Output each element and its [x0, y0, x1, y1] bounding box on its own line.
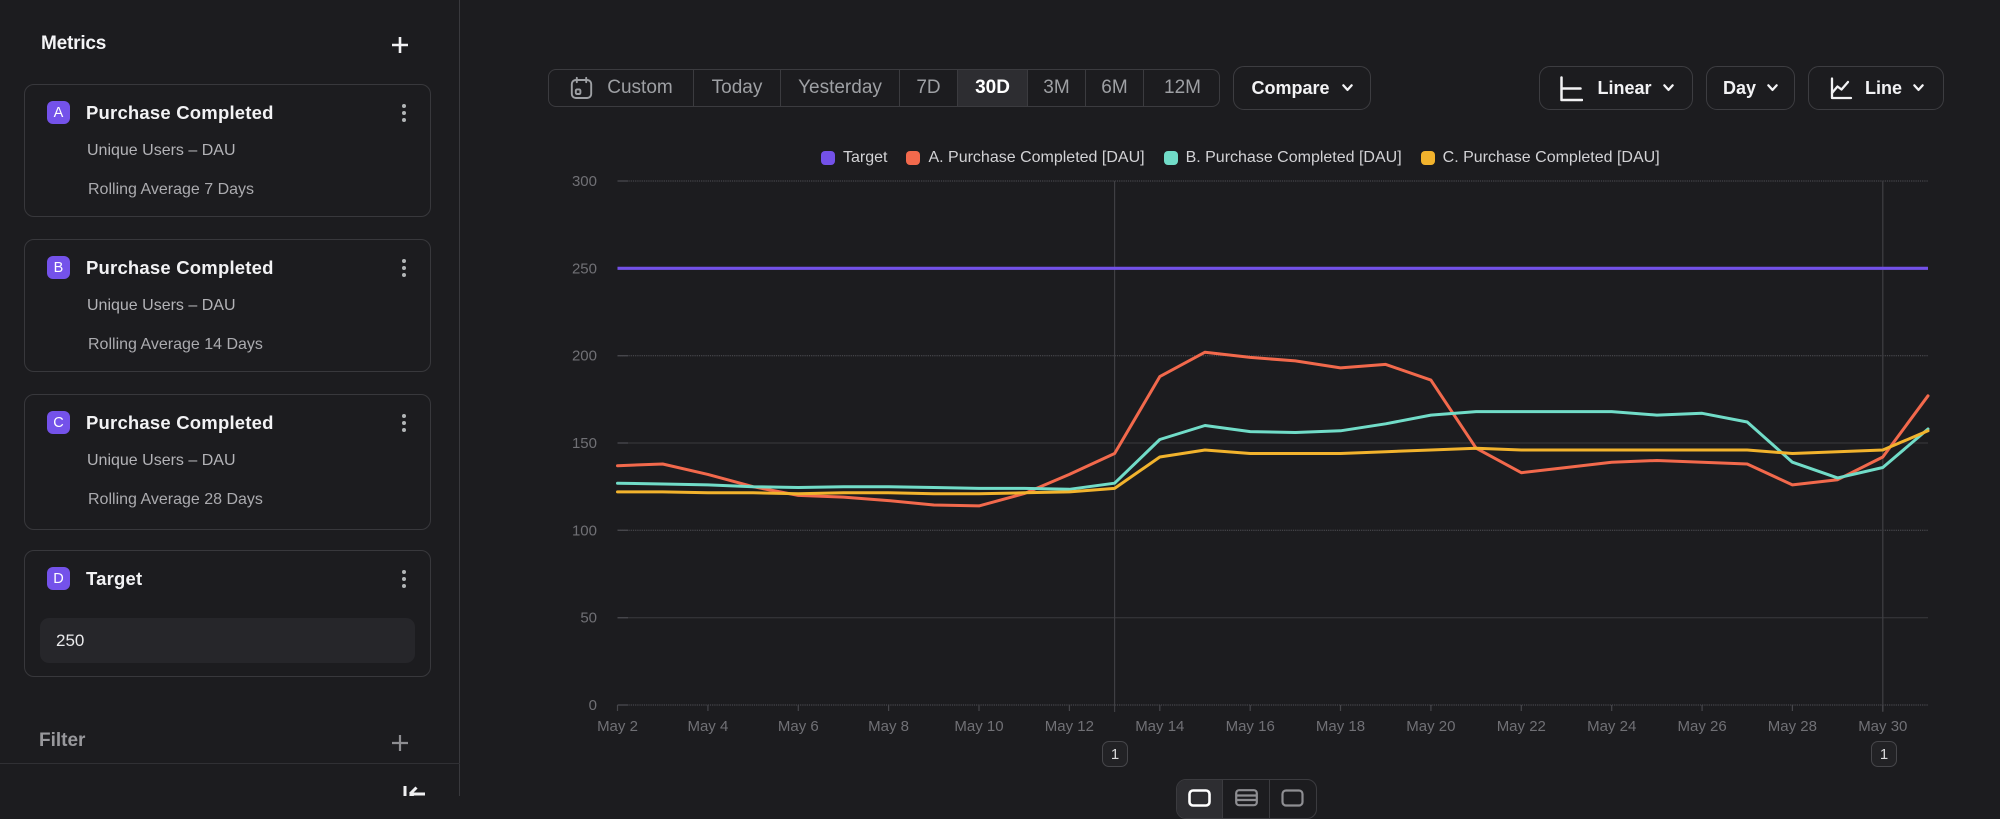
svg-text:May 20: May 20 — [1406, 718, 1455, 735]
svg-text:150: 150 — [572, 435, 597, 452]
svg-text:May 26: May 26 — [1677, 718, 1726, 735]
svg-text:300: 300 — [572, 173, 597, 190]
svg-text:100: 100 — [572, 522, 597, 539]
svg-text:50: 50 — [580, 610, 597, 627]
svg-text:May 12: May 12 — [1045, 718, 1094, 735]
svg-text:May 4: May 4 — [687, 718, 728, 735]
svg-text:May 30: May 30 — [1858, 718, 1907, 735]
svg-text:May 24: May 24 — [1587, 718, 1636, 735]
svg-text:May 6: May 6 — [778, 718, 819, 735]
svg-text:May 8: May 8 — [868, 718, 909, 735]
svg-text:0: 0 — [589, 697, 597, 714]
svg-text:May 14: May 14 — [1135, 718, 1184, 735]
svg-text:May 10: May 10 — [954, 718, 1003, 735]
svg-text:May 22: May 22 — [1497, 718, 1546, 735]
svg-text:200: 200 — [572, 348, 597, 365]
svg-text:May 18: May 18 — [1316, 718, 1365, 735]
svg-text:May 16: May 16 — [1226, 718, 1275, 735]
svg-text:May 28: May 28 — [1768, 718, 1817, 735]
svg-text:250: 250 — [572, 260, 597, 277]
svg-text:May 2: May 2 — [597, 718, 638, 735]
